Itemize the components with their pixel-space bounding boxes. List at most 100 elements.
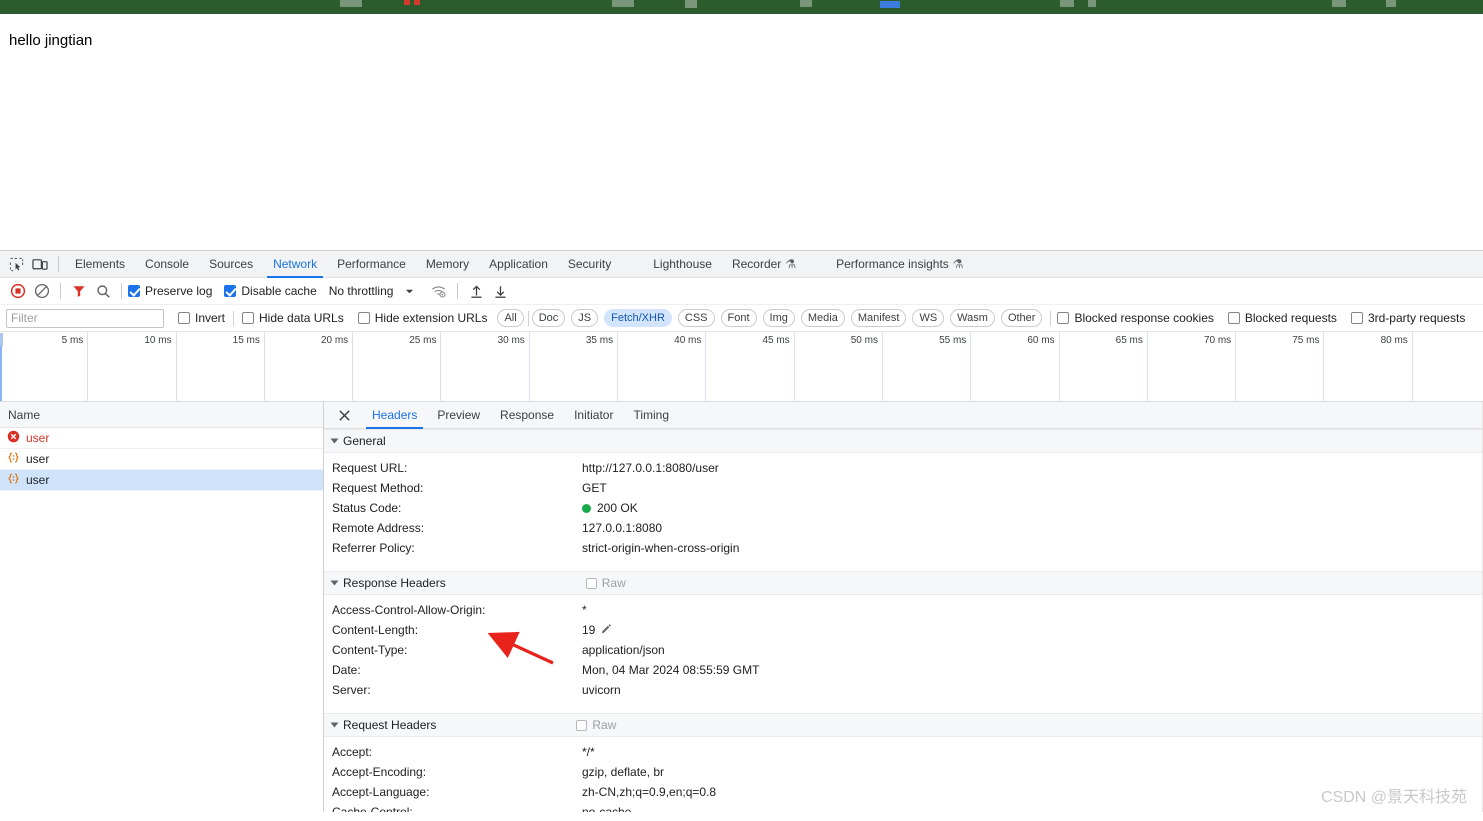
chevron-down-icon	[330, 438, 339, 444]
record-icon[interactable]	[6, 280, 30, 302]
device-toolbar-icon[interactable]	[28, 253, 52, 275]
type-chip-fetch-xhr[interactable]: Fetch/XHR	[604, 309, 672, 327]
type-chip-media[interactable]: Media	[800, 309, 845, 327]
hide-extension-urls-toggle[interactable]: Hide extension URLs	[357, 311, 487, 325]
timeline-tick: 65 ms	[1060, 332, 1148, 401]
type-chip-font[interactable]: Font	[720, 309, 757, 327]
timeline-tick: 35 ms	[530, 332, 619, 401]
type-chip-doc[interactable]: Doc	[531, 309, 566, 327]
tab-timing[interactable]: Timing	[623, 402, 679, 429]
tab-sources[interactable]: Sources	[199, 251, 263, 278]
header-value: */*	[582, 745, 595, 759]
export-har-icon[interactable]	[488, 280, 512, 302]
status-badge	[582, 503, 591, 513]
table-row[interactable]: user	[0, 449, 323, 470]
timeline-tick-label: 20 ms	[320, 335, 349, 346]
header-value: strict-origin-when-cross-origin	[582, 541, 740, 555]
network-filter-row: Invert Hide data URLs Hide extension URL…	[0, 305, 1483, 332]
tab-elements[interactable]: Elements	[65, 251, 135, 278]
timeline-tick: 45 ms	[706, 332, 795, 401]
type-chip-other[interactable]: Other	[1000, 309, 1043, 327]
tab-network[interactable]: Network	[263, 251, 327, 278]
tab-recorder[interactable]: Recorder ⚗	[722, 251, 806, 278]
header-value: application/json	[582, 643, 665, 657]
close-icon[interactable]	[332, 404, 356, 426]
type-chip-css[interactable]: CSS	[677, 309, 715, 327]
tab-console[interactable]: Console	[135, 251, 199, 278]
invert-toggle[interactable]: Invert	[178, 311, 225, 325]
tab-performance-insights[interactable]: Performance insights ⚗	[826, 251, 973, 278]
header-value: *	[582, 603, 587, 617]
invert-checkbox[interactable]	[178, 312, 190, 324]
header-value: 19	[582, 623, 596, 637]
inspect-element-icon[interactable]	[4, 253, 28, 275]
import-har-icon[interactable]	[464, 280, 488, 302]
network-timeline-overview[interactable]: 5 ms 10 ms 15 ms 20 ms 25 ms 30 ms 35 ms 40 ms 4…	[0, 332, 1483, 402]
tab-security[interactable]: Security	[558, 251, 621, 278]
filter-funnel-icon[interactable]	[67, 280, 91, 302]
type-chip-wasm[interactable]: Wasm	[950, 309, 995, 327]
raw-toggle-request[interactable]: Raw	[576, 718, 616, 732]
third-party-requests-checkbox[interactable]	[1350, 312, 1363, 324]
header-key: Accept-Encoding:	[332, 765, 427, 779]
timeline-tick: 20 ms	[265, 332, 354, 401]
tab-memory[interactable]: Memory	[416, 251, 479, 278]
blocked-response-cookies-toggle[interactable]: Blocked response cookies	[1057, 311, 1214, 325]
tab-response[interactable]: Response	[490, 402, 564, 429]
timeline-tick: 5 ms	[0, 332, 89, 401]
search-icon[interactable]	[91, 280, 115, 302]
blocked-requests-toggle[interactable]: Blocked requests	[1227, 311, 1337, 325]
section-header-general[interactable]: General	[324, 429, 1483, 453]
disable-cache-toggle[interactable]: Disable cache	[224, 284, 328, 298]
tab-initiator[interactable]: Initiator	[564, 402, 623, 429]
header-key: Access-Control-Allow-Origin:	[332, 603, 486, 617]
header-row: Content-Type: application/json	[324, 640, 1483, 660]
hide-data-urls-checkbox[interactable]	[242, 312, 255, 324]
request-list-header[interactable]: Name	[0, 402, 323, 428]
header-key: Remote Address:	[332, 521, 425, 535]
section-body-request-headers: Accept: */* Accept-Encoding: gzip, defla…	[324, 737, 1483, 812]
tab-headers[interactable]: Headers	[362, 402, 427, 429]
request-name: user	[26, 431, 50, 445]
clear-icon[interactable]	[30, 280, 54, 302]
filter-input[interactable]	[6, 308, 164, 328]
tab-performance[interactable]: Performance	[327, 251, 416, 278]
raw-toggle-response[interactable]: Raw	[585, 576, 626, 590]
timeline-tick-label: 10 ms	[144, 335, 172, 346]
table-row[interactable]: user	[0, 428, 323, 449]
timeline-tick-label: 50 ms	[850, 335, 878, 346]
type-chip-manifest[interactable]: Manifest	[850, 309, 907, 327]
type-chip-img[interactable]: Img	[762, 309, 795, 327]
section-header-response-headers[interactable]: Response Headers Raw	[324, 571, 1483, 595]
table-row[interactable]: user	[0, 470, 323, 491]
chevron-down-icon[interactable]	[397, 280, 421, 302]
chrome-strip-ghost	[340, 0, 362, 7]
timeline-tick-label: 80 ms	[1380, 335, 1408, 346]
hide-extension-urls-checkbox[interactable]	[357, 312, 370, 324]
type-chip-ws[interactable]: WS	[912, 309, 945, 327]
network-conditions-icon[interactable]	[427, 280, 451, 302]
throttling-select-value[interactable]: No throttling	[329, 284, 394, 298]
disable-cache-checkbox[interactable]	[224, 285, 237, 297]
blocked-requests-checkbox[interactable]	[1227, 312, 1240, 324]
header-row: Accept-Language: zh-CN,zh;q=0.9,en;q=0.8	[324, 782, 1483, 802]
tab-application[interactable]: Application	[479, 251, 558, 278]
timeline-tick: 40 ms	[618, 332, 707, 401]
flask-icon: ⚗	[785, 256, 797, 271]
timeline-tick: 50 ms	[795, 332, 883, 401]
section-header-request-headers[interactable]: Request Headers Raw	[324, 713, 1483, 737]
tab-preview[interactable]: Preview	[427, 402, 490, 429]
raw-checkbox[interactable]	[576, 719, 588, 731]
devtools-panel: Elements Console Sources Network Perform…	[0, 250, 1483, 821]
timeline-tick: 60 ms	[971, 332, 1060, 401]
type-chip-js[interactable]: JS	[571, 309, 599, 327]
preserve-log-toggle[interactable]: Preserve log	[128, 284, 224, 298]
edit-pencil-icon[interactable]	[601, 623, 612, 637]
type-chip-all[interactable]: All	[497, 309, 524, 327]
hide-data-urls-toggle[interactable]: Hide data URLs	[242, 311, 344, 325]
blocked-response-cookies-checkbox[interactable]	[1057, 312, 1070, 324]
raw-checkbox[interactable]	[585, 577, 597, 589]
preserve-log-checkbox[interactable]	[128, 285, 140, 297]
third-party-requests-toggle[interactable]: 3rd-party requests	[1350, 311, 1465, 325]
tab-lighthouse[interactable]: Lighthouse	[643, 251, 722, 278]
